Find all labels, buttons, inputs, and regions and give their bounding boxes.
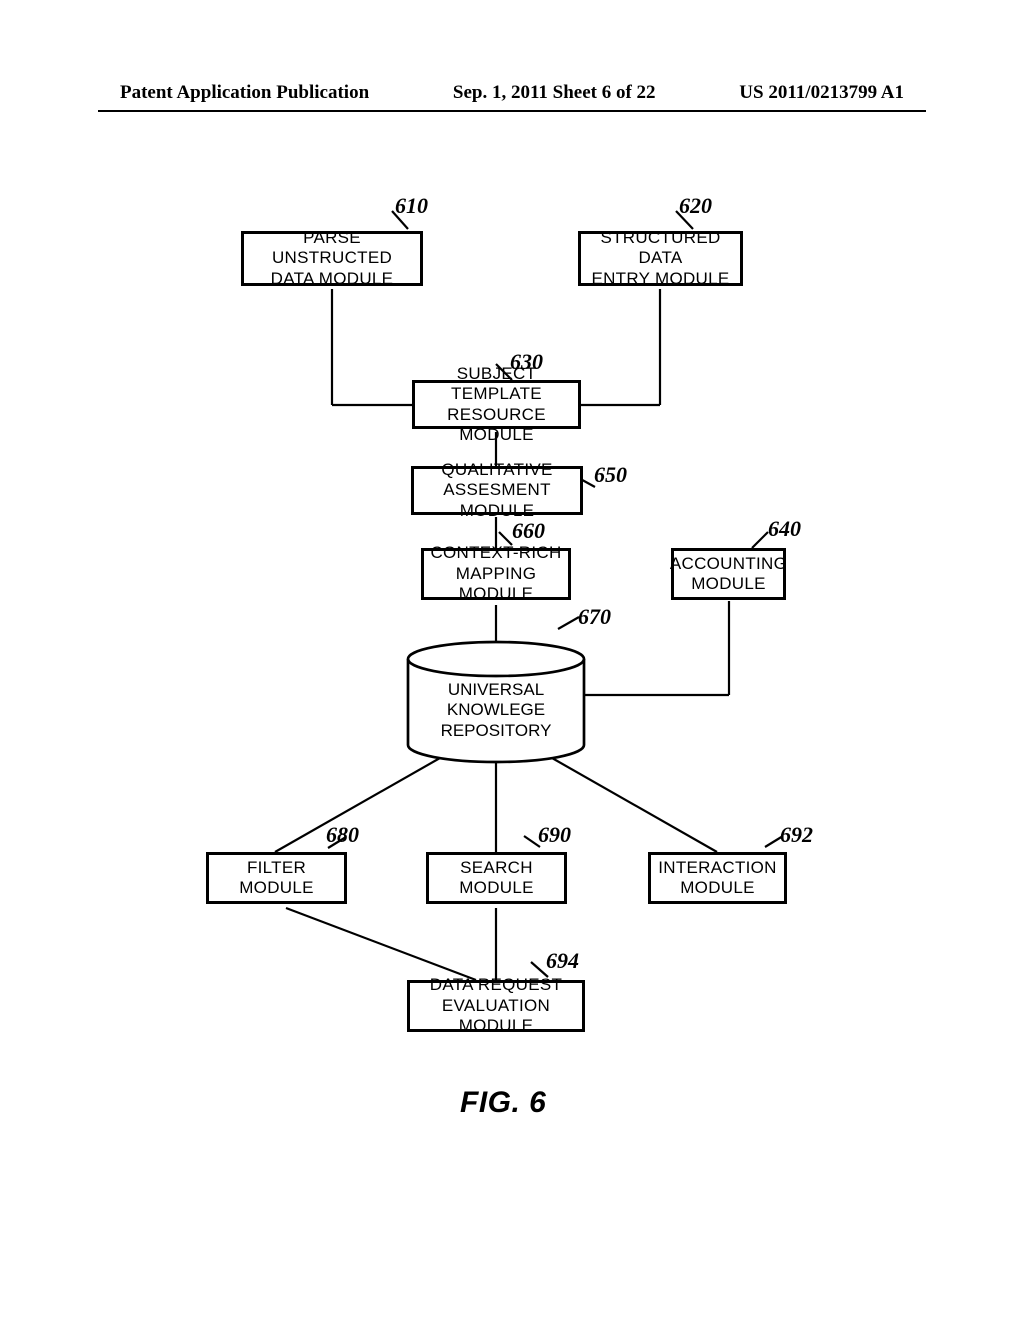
ref-650: 650 [594, 462, 627, 488]
module-context-rich-mapping: CONTEXT-RICH MAPPING MODULE [421, 548, 571, 600]
ref-610: 610 [395, 193, 428, 219]
module-text-line2: RESOURCE MODULE [415, 405, 578, 446]
module-text-line2: ENTRY MODULE [581, 269, 740, 289]
ref-680: 680 [326, 822, 359, 848]
module-text-line1: INTERACTION [658, 858, 777, 878]
module-text-line1: STRUCTURED DATA [581, 228, 740, 269]
ref-630: 630 [510, 349, 543, 375]
module-text-line1: CONTEXT-RICH [424, 543, 568, 563]
header-right: US 2011/0213799 A1 [739, 82, 904, 104]
ref-690: 690 [538, 822, 571, 848]
module-data-request-evaluation: DATA REQUEST EVALUATION MODULE [407, 980, 585, 1032]
module-structured-data-entry: STRUCTURED DATA ENTRY MODULE [578, 231, 743, 286]
module-text-line1: SUBJECT TEMPLATE [415, 364, 578, 405]
module-parse-unstructured: PARSE UNSTRUCTED DATA MODULE [241, 231, 423, 286]
ref-692: 692 [780, 822, 813, 848]
header-center: Sep. 1, 2011 Sheet 6 of 22 [453, 82, 656, 104]
module-accounting: ACCOUNTING MODULE [671, 548, 786, 600]
ref-640: 640 [768, 516, 801, 542]
module-text-line1: UNIVERSAL KNOWLEGE [408, 680, 584, 721]
module-subject-template: SUBJECT TEMPLATE RESOURCE MODULE [412, 380, 581, 429]
header-divider [98, 110, 926, 112]
ref-694: 694 [546, 948, 579, 974]
module-interaction: INTERACTION MODULE [648, 852, 787, 904]
module-text-line1: FILTER [239, 858, 314, 878]
diagram-connectors [0, 0, 1024, 1320]
module-universal-knowledge-repo: UNIVERSAL KNOWLEGE REPOSITORY [408, 680, 584, 741]
module-qualitative-assessment: QUALITATIVE ASSESMENT MODULE [411, 466, 583, 515]
module-text-line1: PARSE UNSTRUCTED [244, 228, 420, 269]
module-text-line2: MAPPING MODULE [424, 564, 568, 605]
ref-660: 660 [512, 518, 545, 544]
ref-670: 670 [578, 604, 611, 630]
figure-caption: FIG. 6 [460, 1086, 546, 1120]
module-text-line1: QUALITATIVE [414, 460, 580, 480]
ref-620: 620 [679, 193, 712, 219]
page-header: Patent Application Publication Sep. 1, 2… [0, 82, 1024, 104]
module-text-line2: REPOSITORY [408, 721, 584, 741]
module-text-line1: ACCOUNTING [670, 554, 787, 574]
module-search: SEARCH MODULE [426, 852, 567, 904]
module-text-line2: EVALUATION MODULE [410, 996, 582, 1037]
module-text-line2: MODULE [658, 878, 777, 898]
module-filter: FILTER MODULE [206, 852, 347, 904]
module-text-line2: DATA MODULE [244, 269, 420, 289]
module-text-line2: ASSESMENT MODULE [414, 480, 580, 521]
module-text-line2: MODULE [670, 574, 787, 594]
module-text-line1: SEARCH [459, 858, 534, 878]
module-text-line2: MODULE [459, 878, 534, 898]
header-left: Patent Application Publication [120, 82, 369, 104]
module-text-line2: MODULE [239, 878, 314, 898]
module-text-line1: DATA REQUEST [410, 975, 582, 995]
